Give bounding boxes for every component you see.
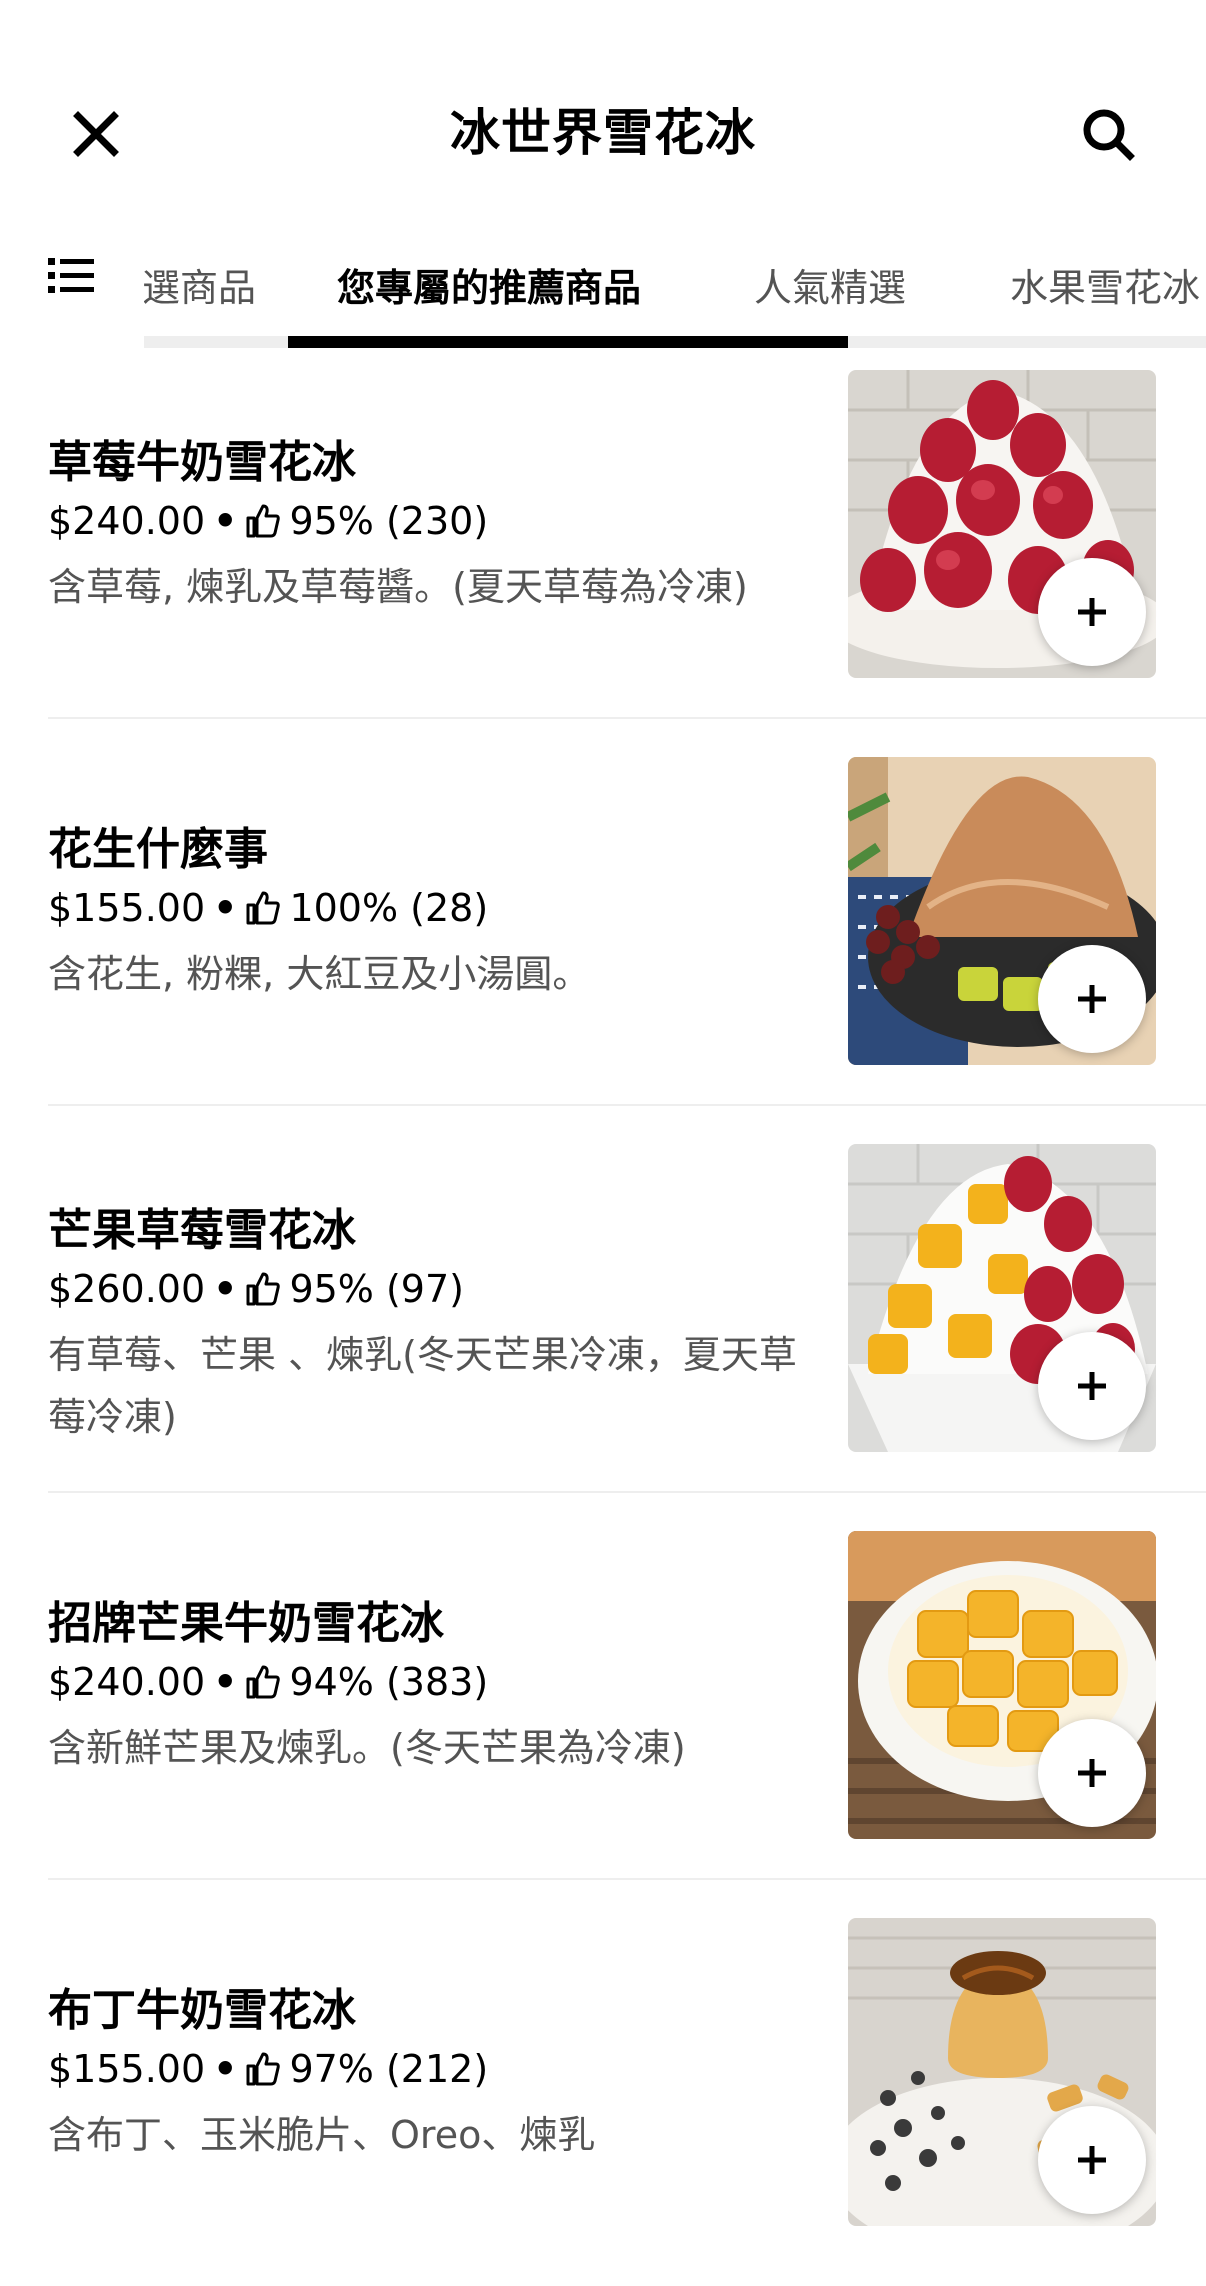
thumbs-up-icon: [246, 2052, 281, 2086]
tab-recommended[interactable]: 您專屬的推薦商品: [337, 248, 641, 328]
item-rating: 100% (28): [289, 886, 489, 930]
tab-selected-products[interactable]: 選商品: [144, 248, 256, 328]
plus-icon: [1078, 985, 1106, 1013]
item-name: 招牌芒果牛奶雪花冰: [48, 1598, 444, 1649]
add-to-cart-button[interactable]: [1038, 558, 1146, 666]
item-price: $155.00: [48, 886, 206, 930]
item-description: 含新鮮芒果及煉乳。(冬天芒果為冷凍): [48, 1726, 686, 1770]
category-tabs[interactable]: 選商品 您專屬的推薦商品 人氣精選 水果雪花冰: [144, 232, 1206, 352]
item-meta: $240.00 • 94% (383): [48, 1653, 488, 1711]
divider: [48, 717, 1206, 719]
search-button[interactable]: [1070, 96, 1146, 172]
item-description: 有草莓、芒果 、煉乳(冬天芒果冷凍，夏天草莓冷凍): [48, 1333, 797, 1439]
list-item[interactable]: 花生什麼事 $155.00 • 100% (28) 含花生, 粉粿, 大紅豆及小…: [0, 739, 1206, 1125]
item-name: 草莓牛奶雪花冰: [48, 437, 356, 488]
list-item[interactable]: 芒果草莓雪花冰 $260.00 • 95% (97) 有草莓、芒果 、煉乳(冬天…: [0, 1126, 1206, 1512]
search-icon: [1083, 109, 1135, 161]
item-name: 芒果草莓雪花冰: [48, 1205, 356, 1256]
thumbs-up-icon: [246, 1665, 281, 1699]
item-description: 含花生, 粉粿, 大紅豆及小湯圓。: [48, 952, 591, 996]
item-meta: $260.00 • 95% (97): [48, 1260, 464, 1318]
list-item[interactable]: 招牌芒果牛奶雪花冰 $240.00 • 94% (383) 含新鮮芒果及煉乳。(…: [0, 1513, 1206, 1899]
add-to-cart-button[interactable]: [1038, 945, 1146, 1053]
item-price: $240.00: [48, 499, 206, 543]
plus-icon: [1078, 1759, 1106, 1787]
separator-dot: •: [213, 886, 238, 930]
plus-icon: [1078, 2146, 1106, 2174]
list-item[interactable]: 草莓牛奶雪花冰 $240.00 • 95% (230) 含草莓, 煉乳及草莓醬。…: [0, 352, 1206, 738]
item-meta: $155.00 • 97% (212): [48, 2040, 488, 2098]
item-price: $155.00: [48, 2047, 206, 2091]
thumbs-up-icon: [246, 1272, 281, 1306]
item-meta: $155.00 • 100% (28): [48, 879, 488, 937]
active-tab-indicator: [288, 336, 848, 348]
separator-dot: •: [213, 499, 238, 543]
plus-icon: [1078, 1372, 1106, 1400]
item-name: 布丁牛奶雪花冰: [48, 1985, 356, 2036]
header-bar: 冰世界雪花冰: [0, 0, 1206, 230]
item-price: $260.00: [48, 1267, 206, 1311]
add-to-cart-button[interactable]: [1038, 2106, 1146, 2214]
item-rating: 97% (212): [289, 2047, 489, 2091]
category-menu-button[interactable]: [48, 254, 96, 298]
item-rating: 95% (230): [289, 499, 489, 543]
divider: [48, 1491, 1206, 1493]
separator-dot: •: [213, 2047, 238, 2091]
add-to-cart-button[interactable]: [1038, 1719, 1146, 1827]
page-title: 冰世界雪花冰: [450, 104, 756, 162]
tab-popular[interactable]: 人氣精選: [754, 248, 906, 328]
list-icon: [48, 258, 94, 293]
tab-fruit-shaved-ice[interactable]: 水果雪花冰: [1010, 248, 1200, 328]
thumbs-up-icon: [246, 891, 281, 925]
item-rating: 95% (97): [289, 1267, 464, 1311]
thumbs-up-icon: [246, 504, 281, 538]
item-description: 含草莓, 煉乳及草莓醬。(夏天草莓為冷凍): [48, 565, 748, 609]
item-description: 含布丁、玉米脆片、Oreo、煉乳: [48, 2113, 596, 2157]
list-item[interactable]: 布丁牛奶雪花冰 $155.00 • 97% (212) 含布丁、玉米脆片、Ore…: [0, 1900, 1206, 2286]
item-rating: 94% (383): [289, 1660, 489, 1704]
item-price: $240.00: [48, 1660, 206, 1704]
separator-dot: •: [213, 1267, 238, 1311]
separator-dot: •: [213, 1660, 238, 1704]
divider: [48, 1104, 1206, 1106]
item-name: 花生什麼事: [48, 824, 268, 875]
item-meta: $240.00 • 95% (230): [48, 492, 488, 550]
divider: [48, 1878, 1206, 1880]
add-to-cart-button[interactable]: [1038, 1332, 1146, 1440]
plus-icon: [1078, 598, 1106, 626]
